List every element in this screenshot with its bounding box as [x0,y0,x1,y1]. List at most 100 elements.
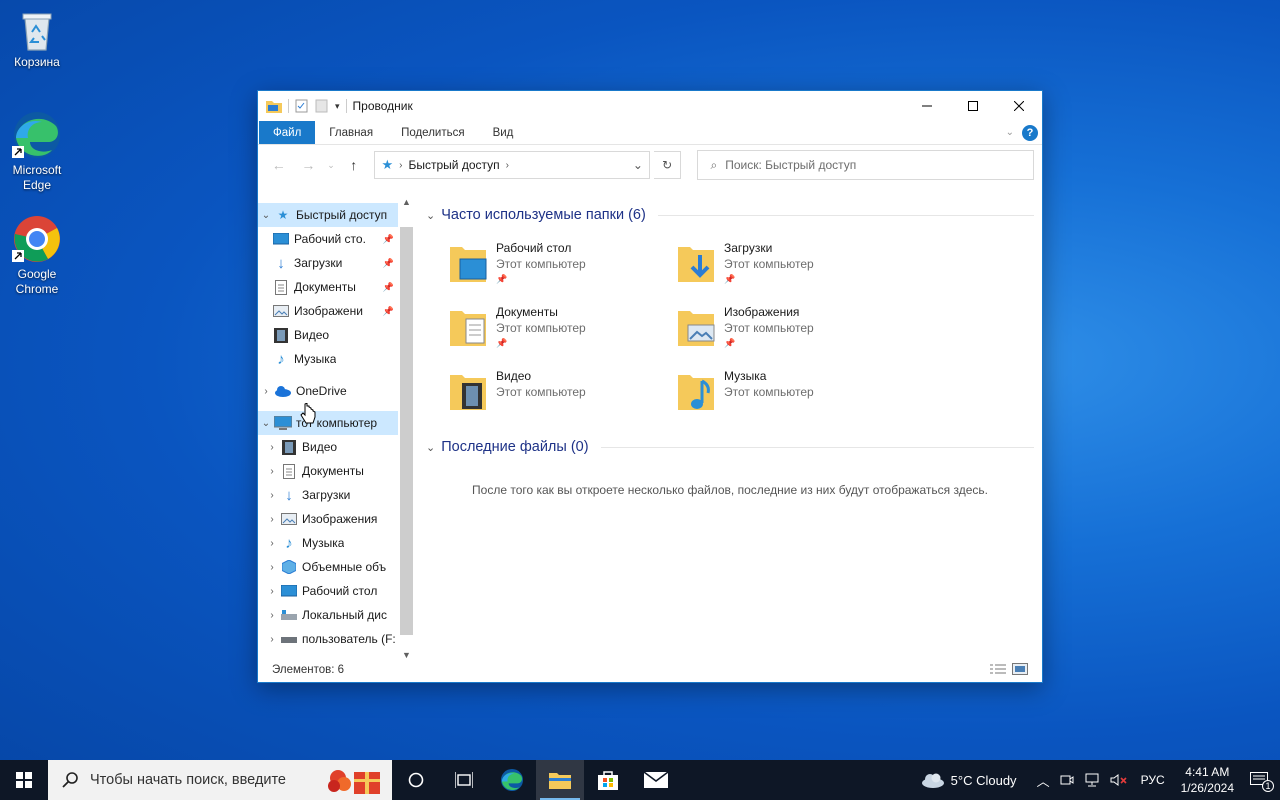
frequent-folders-header[interactable]: ⌄ Часто используемые папки (6) [426,203,1034,227]
file-explorer-window: ▾ Проводник Файл Главная Поделиться Вид … [257,90,1043,683]
weather-widget[interactable]: 5°C Cloudy [916,760,1022,800]
tab-view[interactable]: Вид [479,121,528,144]
nav-pc-3d-objects[interactable]: › Объемные объ [258,555,398,579]
nav-pc-downloads[interactable]: › ↓ Загрузки [258,483,398,507]
expand-ribbon-icon[interactable]: ⌄ [1006,127,1014,138]
nav-pc-videos[interactable]: › Видео [258,435,398,459]
nav-item-videos[interactable]: Видео [258,323,398,347]
address-bar[interactable]: ★ › Быстрый доступ › ⌄ [374,151,650,179]
nav-item-downloads[interactable]: ↓ Загрузки 📌 [258,251,398,275]
desktop-icon-chrome[interactable]: Google Chrome [1,214,73,297]
nav-scrollbar[interactable]: ▲ ▼ [398,197,415,660]
taskbar-search-box[interactable]: Чтобы начать поиск, введите [48,760,392,800]
new-folder-icon[interactable] [315,99,329,113]
folder-tile-pictures[interactable]: Изображения Этот компьютер 📌 [676,305,904,357]
nav-pc-documents[interactable]: › Документы [258,459,398,483]
volume-muted-icon[interactable] [1105,760,1133,800]
notification-center-button[interactable]: 1 [1242,760,1280,800]
customize-toolbar-icon[interactable]: ▾ [335,101,340,112]
chevron-right-icon[interactable]: › [264,490,280,501]
tab-file[interactable]: Файл [259,121,316,144]
scroll-thumb[interactable] [400,227,413,635]
clock[interactable]: 4:41 AM 1/26/2024 [1173,764,1242,796]
nav-pc-pictures[interactable]: › Изображения [258,507,398,531]
start-button[interactable] [0,760,48,800]
meet-now-icon[interactable] [1055,760,1079,800]
window-title: Проводник [352,99,413,113]
nav-pc-drive-f[interactable]: › пользователь (F: [258,627,398,651]
folder-tile-documents[interactable]: Документы Этот компьютер 📌 [448,305,676,357]
desktop-icon-edge[interactable]: Microsoft Edge [1,110,73,193]
forward-button[interactable]: → [296,152,322,178]
large-icons-view-icon[interactable] [1012,662,1028,678]
clock-date: 1/26/2024 [1180,781,1234,795]
tab-home[interactable]: Главная [315,121,387,144]
taskbar-mail[interactable] [632,760,680,800]
chevron-right-icon[interactable]: › [264,634,280,645]
nav-quick-access[interactable]: ⌄ ★ Быстрый доступ [258,203,398,227]
nav-item-documents[interactable]: Документы 📌 [258,275,398,299]
music-note-icon: ♪ [285,534,293,552]
chevron-right-icon[interactable]: › [264,538,280,549]
nav-this-pc[interactable]: ⌄ тот компьютер [258,411,398,435]
cortana-button[interactable] [392,760,440,800]
close-button[interactable] [996,91,1042,121]
refresh-button[interactable]: ↻ [653,151,682,179]
back-button[interactable]: ← [266,152,292,178]
nav-pc-local-disk[interactable]: › Локальный дис [258,603,398,627]
breadcrumb-chevron-icon[interactable]: › [506,160,509,171]
taskbar-file-explorer[interactable] [536,760,584,800]
chevron-down-icon[interactable]: ⌄ [258,418,274,429]
downloads-folder-icon [678,247,714,282]
navigation-pane: ⌄ ★ Быстрый доступ Рабочий сто. 📌 ↓ Загр… [258,197,416,660]
folder-tile-downloads[interactable]: Загрузки Этот компьютер 📌 [676,241,904,293]
task-view-button[interactable] [440,760,488,800]
folder-tile-music[interactable]: Музыка Этот компьютер [676,369,904,421]
address-dropdown-icon[interactable]: ⌄ [627,158,649,172]
star-icon: ★ [277,208,289,222]
search-input[interactable]: ⌕ Поиск: Быстрый доступ [697,150,1034,180]
folder-tile-videos[interactable]: Видео Этот компьютер [448,369,676,421]
nav-item-pictures[interactable]: Изображени 📌 [258,299,398,323]
search-highlight-gift-icon[interactable] [324,764,384,796]
breadcrumb[interactable]: Быстрый доступ [408,158,499,172]
desktop-icon-recycle-bin[interactable]: Корзина [1,8,73,70]
quick-access-toolbar: ▾ [266,99,347,113]
chevron-right-icon[interactable]: › [264,514,280,525]
drive-icon [280,607,298,623]
chevron-right-icon[interactable]: › [264,586,280,597]
title-bar[interactable]: ▾ Проводник [258,91,1042,121]
properties-icon[interactable] [295,99,309,113]
chevron-right-icon[interactable]: › [264,466,280,477]
help-icon[interactable]: ? [1022,124,1038,141]
scroll-up-icon[interactable]: ▲ [398,197,415,207]
input-language[interactable]: РУС [1133,760,1173,800]
recent-files-header[interactable]: ⌄ Последние файлы (0) [426,435,1034,459]
maximize-button[interactable] [950,91,996,121]
nav-pc-desktop[interactable]: › Рабочий стол [258,579,398,603]
network-icon[interactable] [1079,760,1105,800]
nav-pc-music[interactable]: › ♪ Музыка [258,531,398,555]
details-view-icon[interactable] [990,663,1006,678]
nav-item-music[interactable]: ♪ Музыка [258,347,398,371]
chevron-right-icon[interactable]: › [264,442,280,453]
search-icon: ⌕ [710,157,718,172]
mail-icon [644,772,668,788]
folder-tile-desktop[interactable]: Рабочий стол Этот компьютер 📌 [448,241,676,293]
recent-locations-button[interactable]: ⌄ [325,152,337,178]
taskbar-store[interactable] [584,760,632,800]
show-hidden-icons-button[interactable]: ︿ [1032,760,1055,800]
minimize-button[interactable] [904,91,950,121]
chevron-right-icon[interactable]: › [258,386,274,397]
chevron-right-icon[interactable]: › [264,610,280,621]
chevron-down-icon[interactable]: ⌄ [258,210,274,221]
tab-share[interactable]: Поделиться [387,121,479,144]
nav-onedrive[interactable]: › OneDrive [258,379,398,403]
nav-item-desktop[interactable]: Рабочий сто. 📌 [258,227,398,251]
task-view-icon [455,772,473,788]
desktop-folder-icon [450,247,487,282]
pictures-folder-icon [678,311,715,346]
chevron-right-icon[interactable]: › [264,562,280,573]
taskbar-edge[interactable] [488,760,536,800]
up-button[interactable]: ↑ [341,152,367,178]
